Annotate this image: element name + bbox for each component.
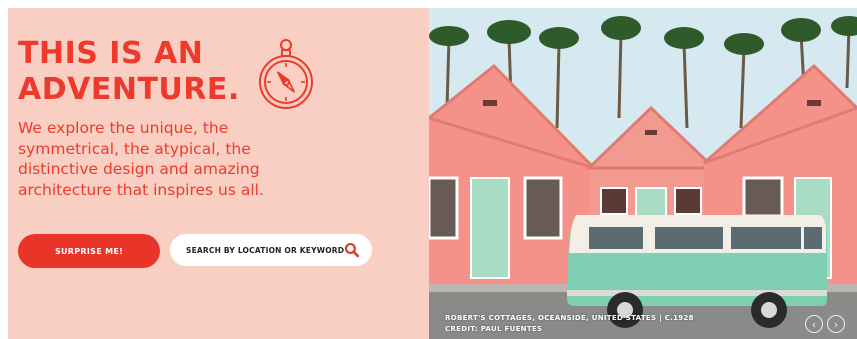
intro-line: We explore the unique, the [18,119,229,137]
prev-slide-button[interactable]: ‹ [805,315,823,333]
search-bar[interactable]: SEARCH BY LOCATION OR KEYWORD [170,234,372,266]
chevron-right-icon: › [833,317,839,331]
photo-caption: ROBERT'S COTTAGES, OCEANSIDE, UNITED STA… [445,313,694,335]
hero-intro-text: We explore the unique, the symmetrical, … [18,118,318,200]
search-input[interactable]: SEARCH BY LOCATION OR KEYWORD [186,246,344,255]
intro-line: distinctive design and amazing [18,160,260,178]
caption-location: ROBERT'S COTTAGES, OCEANSIDE, UNITED STA… [445,314,694,322]
search-icon[interactable] [344,242,360,258]
headline-line-1: THIS IS AN [18,36,204,71]
chevron-left-icon: ‹ [811,317,817,331]
surprise-me-button[interactable]: SURPRISE ME! [18,234,160,268]
next-slide-button[interactable]: › [827,315,845,333]
hero-headline: THIS IS AN ADVENTURE. [18,36,240,108]
caption-credit: CREDIT: PAUL FUENTES [445,325,543,333]
hero-photo: ROBERT'S COTTAGES, OCEANSIDE, UNITED STA… [429,8,857,339]
hero-panel: THIS IS AN ADVENTURE. We explore the uni… [8,8,429,339]
cottages-photo-image [429,8,857,339]
intro-line: symmetrical, the atypical, the [18,139,251,158]
landing-page: THIS IS AN ADVENTURE. We explore the uni… [0,0,857,339]
compass-icon [259,39,313,109]
headline-line-2: ADVENTURE. [18,72,240,107]
intro-line: architecture that inspires us all. [18,180,264,199]
